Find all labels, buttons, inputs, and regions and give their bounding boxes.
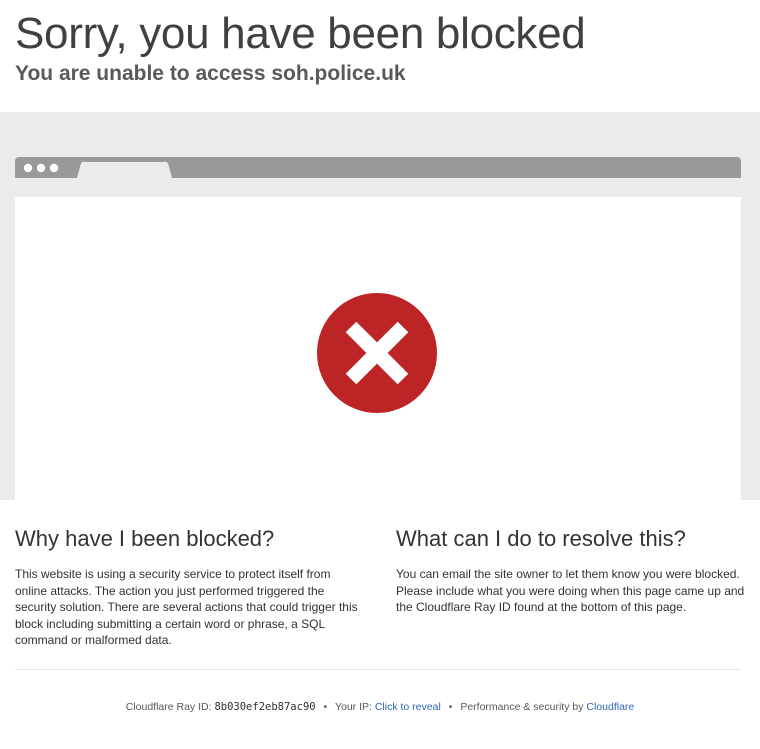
page-subtitle: You are unable to access soh.police.uk xyxy=(15,62,406,85)
browser-tab-bar-illustration xyxy=(15,157,741,178)
performance-label: Performance & security by xyxy=(460,701,584,713)
footer-separator: • xyxy=(323,701,328,713)
x-circle-icon xyxy=(317,293,437,413)
footer-divider xyxy=(15,669,741,670)
footer: Cloudflare Ray ID: 8b030ef2eb87ac90 • Yo… xyxy=(0,701,760,713)
why-blocked-section: Why have I been blocked? This website is… xyxy=(15,526,365,649)
ray-id-label: Cloudflare Ray ID: xyxy=(125,701,212,713)
reveal-ip-link[interactable]: Click to reveal xyxy=(375,701,441,713)
resolve-text: You can email the site owner to let them… xyxy=(396,567,745,615)
resolve-section: What can I do to resolve this? You can e… xyxy=(396,526,746,616)
page-header: Sorry, you have been blocked You are una… xyxy=(0,0,760,112)
footer-separator: • xyxy=(448,701,453,713)
why-blocked-text: This website is using a security service… xyxy=(15,567,358,648)
ip-label: Your IP: xyxy=(334,701,372,713)
ray-id-value: 8b030ef2eb87ac90 xyxy=(214,701,316,713)
why-blocked-heading: Why have I been blocked? xyxy=(15,526,275,551)
resolve-heading: What can I do to resolve this? xyxy=(396,526,686,551)
page-title: Sorry, you have been blocked xyxy=(15,9,586,58)
browser-window-illustration xyxy=(15,197,741,500)
cloudflare-link[interactable]: Cloudflare xyxy=(586,701,634,713)
